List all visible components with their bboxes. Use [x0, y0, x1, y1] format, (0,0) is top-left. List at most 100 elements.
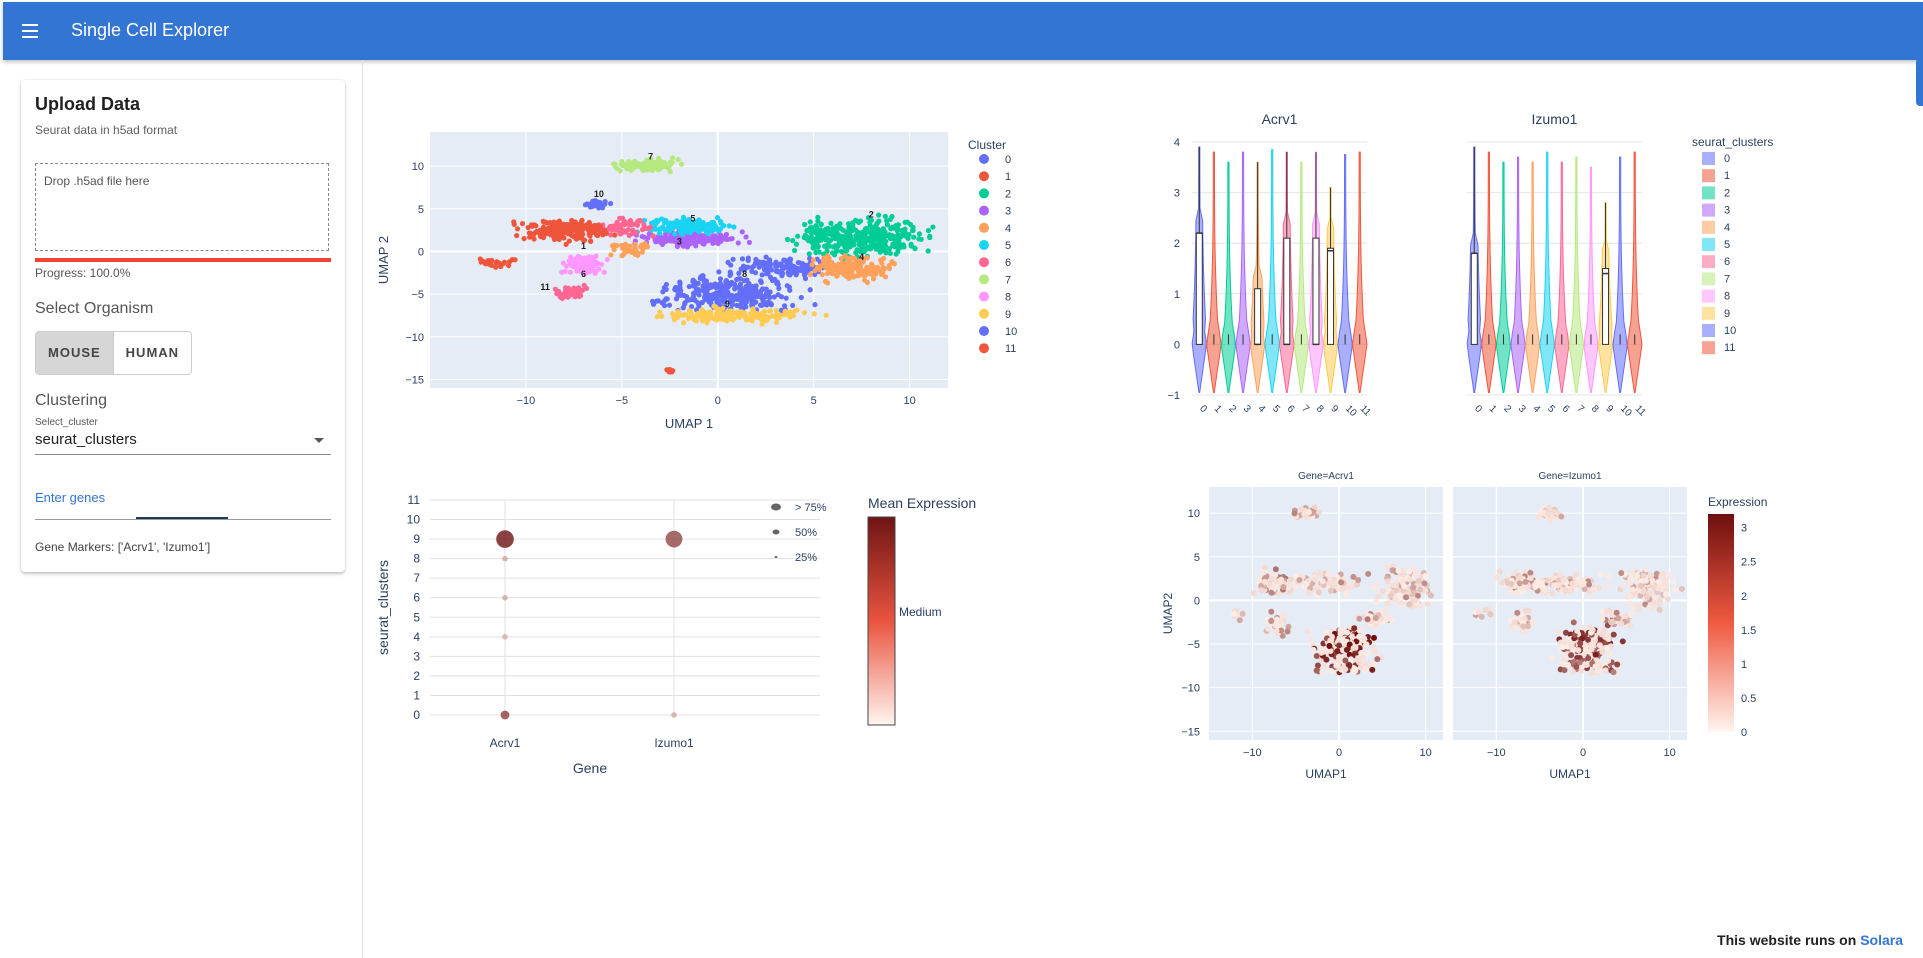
umap-point: [621, 251, 627, 257]
solara-link[interactable]: Solara: [1860, 932, 1903, 948]
violin-shape: [1583, 166, 1599, 393]
mouse-button[interactable]: MOUSE: [36, 332, 114, 374]
violin-shape: [1337, 154, 1353, 393]
feature-point: [1628, 568, 1635, 575]
menu-icon[interactable]: [20, 20, 40, 42]
feature-colorbar-title: Expression: [1708, 495, 1767, 509]
umap-point: [667, 169, 673, 175]
umap-legend-item: 7: [1005, 274, 1011, 286]
feature-point: [1334, 648, 1341, 655]
umap-point: [576, 235, 582, 241]
feature-point: [1365, 570, 1372, 577]
feature-point: [1272, 566, 1279, 573]
feature-point: [1619, 638, 1626, 645]
umap-point: [560, 260, 567, 266]
umap-point: [916, 236, 922, 242]
feature-x-tick: 0: [1336, 747, 1342, 759]
feature-point: [1655, 578, 1662, 585]
genes-input[interactable]: Enter genes: [35, 490, 105, 505]
umap-point: [590, 256, 597, 262]
umap-point: [837, 269, 844, 275]
umap-point: [557, 233, 563, 239]
dot-x-label: Gene: [573, 760, 607, 776]
violin-box: [1254, 288, 1262, 345]
umap-point: [855, 229, 861, 235]
umap-point: [585, 258, 591, 264]
feature-point: [1560, 576, 1567, 583]
file-dropzone[interactable]: Drop .h5ad file here: [35, 163, 329, 251]
violin-shape: [1495, 161, 1511, 393]
violin-x-tick: 6: [1285, 403, 1297, 415]
umap-point: [642, 240, 648, 247]
dot-colorbar-title: Mean Expression: [868, 495, 976, 511]
umap-point: [900, 230, 906, 236]
feature-point: [1230, 610, 1237, 617]
violin-x-tick: 4: [1256, 403, 1268, 415]
feature-point: [1370, 584, 1377, 591]
umap-point: [673, 285, 679, 291]
feature-x-tick: −10: [1243, 747, 1262, 759]
human-button[interactable]: HUMAN: [114, 332, 191, 374]
drawer-handle[interactable]: [1916, 58, 1923, 106]
umap-point: [874, 264, 881, 270]
feature-point: [1313, 667, 1320, 674]
umap-point: [621, 246, 627, 252]
umap-point: [715, 306, 721, 312]
umap-point: [856, 219, 862, 226]
select-cluster-value[interactable]: seurat_clusters: [35, 431, 137, 448]
umap-point: [743, 234, 749, 240]
violin-x-tick: 0: [1472, 403, 1484, 415]
feature-point: [1584, 636, 1591, 643]
feature-point: [1339, 636, 1346, 643]
feature-point: [1316, 509, 1323, 516]
umap-point: [750, 306, 756, 312]
feature-point: [1656, 606, 1663, 613]
umap-point: [588, 238, 594, 245]
umap-point: [870, 270, 876, 276]
umap-point: [692, 283, 698, 289]
umap-point: [590, 229, 596, 236]
feature-point: [1336, 642, 1343, 649]
umap-y-tick: 5: [418, 204, 424, 216]
feature-point: [1387, 592, 1394, 599]
umap-point: [704, 310, 710, 316]
feature-point: [1596, 658, 1603, 665]
umap-point: [525, 224, 531, 231]
feature-point: [1614, 661, 1621, 668]
feature-point: [1482, 607, 1489, 614]
umap-point: [895, 235, 901, 241]
violin-legend-swatch: [1702, 272, 1715, 286]
feature-point: [1622, 613, 1629, 620]
violin-legend-swatch: [1702, 203, 1715, 217]
umap-point: [614, 227, 620, 233]
feature-point: [1327, 587, 1334, 594]
feature-point: [1350, 644, 1357, 651]
dot-y-tick: 2: [413, 669, 420, 683]
upload-card: Upload Data Seurat data in h5ad format D…: [21, 80, 345, 572]
umap-point: [910, 224, 916, 230]
umap-point: [849, 240, 855, 246]
feature-point: [1575, 647, 1582, 654]
umap-x-tick: 0: [715, 395, 721, 407]
violin-x-tick: 10: [1618, 403, 1634, 419]
umap-point: [665, 226, 671, 232]
umap-point: [724, 236, 730, 242]
feature-point: [1384, 578, 1391, 585]
chevron-down-icon[interactable]: [314, 438, 324, 443]
feature-point: [1533, 579, 1540, 586]
umap-point: [739, 256, 746, 262]
umap-point: [885, 233, 891, 239]
feature-point: [1310, 646, 1317, 653]
feature-point: [1276, 590, 1283, 597]
feature-point: [1333, 662, 1340, 669]
dot-size-legend-marker: [771, 503, 781, 511]
umap-point: [705, 315, 712, 321]
violin-x-tick: 5: [1545, 403, 1557, 415]
feature-point: [1265, 625, 1272, 632]
umap-point: [867, 219, 873, 225]
dot-x-tick: Acrv1: [490, 736, 521, 750]
footer-text: This website runs on: [1717, 932, 1857, 948]
feature-point: [1514, 609, 1521, 616]
app-title: Single Cell Explorer: [71, 20, 230, 40]
umap-point: [581, 258, 587, 264]
